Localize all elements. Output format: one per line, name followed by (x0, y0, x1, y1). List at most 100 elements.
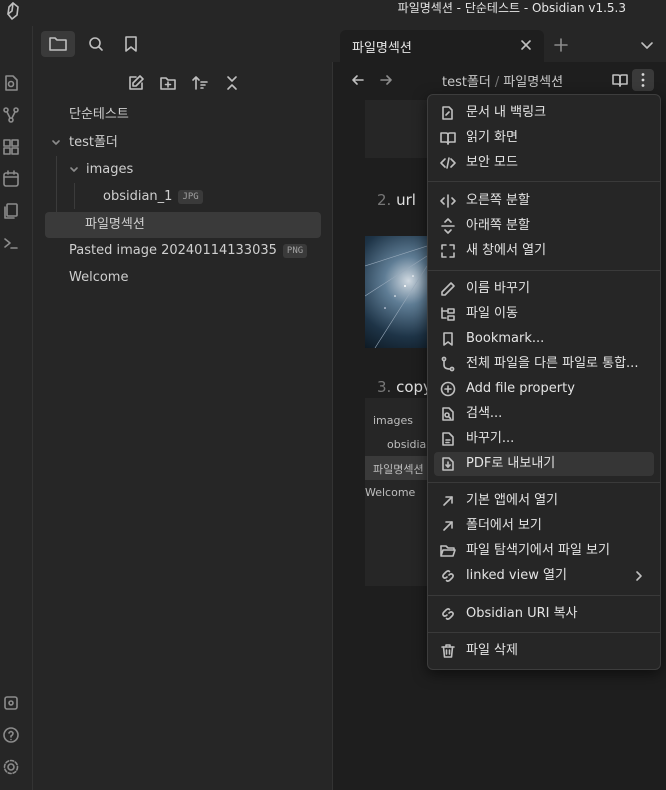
file-search-icon (440, 406, 456, 422)
vault-icon[interactable] (2, 694, 20, 712)
graph-icon[interactable] (2, 106, 20, 124)
templates-icon[interactable] (2, 202, 20, 220)
maximize-icon (440, 243, 456, 259)
breadcrumb-separator: / (494, 75, 500, 90)
tree-item-label: Pasted image 20240114133035 (69, 243, 277, 258)
tab-active-note[interactable]: 파일명섹션 (340, 30, 544, 62)
heading-text: url (396, 191, 416, 209)
menu-item-delete-file[interactable]: 파일 삭제 (434, 639, 654, 663)
menu-item-source-mode[interactable]: 보안 모드 (434, 151, 654, 175)
menu-item-split-right[interactable]: 오른쪽 분할 (434, 189, 654, 213)
menu-item-reading-view[interactable]: 읽기 화면 (434, 126, 654, 150)
breadcrumb: test폴더 / 파일명섹션 (442, 71, 563, 90)
menu-item-replace[interactable]: 바꾸기... (434, 427, 654, 451)
switcher-icon[interactable] (2, 74, 20, 92)
split-horizontal-icon (440, 218, 456, 234)
tree-indent-guide (74, 183, 75, 209)
menu-separator (428, 270, 660, 271)
chevron-right-icon (632, 568, 646, 584)
arrow-up-right-icon (440, 518, 456, 534)
split-vertical-icon (440, 193, 456, 209)
close-icon[interactable] (518, 37, 534, 53)
file-context-menu: 문서 내 백링크 읽기 화면 보안 모드 오른쪽 분할 아래쪽 분할 새 창에서… (427, 94, 661, 670)
menu-separator (428, 632, 660, 633)
menu-item-move-file[interactable]: 파일 이동 (434, 302, 654, 326)
file-explorer: 단순테스트 test폴더 images obsidian_1 JPG 파일명섹션 … (33, 62, 333, 790)
pencil-icon (440, 281, 456, 297)
embedded-tree-item: images (373, 414, 413, 427)
code-icon (440, 155, 456, 171)
menu-item-merge-file[interactable]: 전체 파일을 다른 파일로 통합... (434, 352, 654, 376)
heading-copy: 3. copy (377, 378, 432, 396)
breadcrumb-folder[interactable]: test폴더 (442, 75, 491, 90)
obsidian-logo-icon (4, 2, 22, 20)
menu-item-copy-uri[interactable]: Obsidian URI 복사 (434, 602, 654, 626)
left-ribbon (0, 26, 33, 790)
title-bar: 파일명섹션 - 단순테스트 - Obsidian v1.5.3 (0, 0, 666, 26)
embedded-tree-item: Welcome (365, 486, 416, 499)
daily-note-icon[interactable] (2, 170, 20, 188)
new-folder-icon[interactable] (159, 74, 177, 92)
more-options-icon[interactable] (632, 69, 654, 91)
tab-label: 파일명섹션 (352, 41, 412, 56)
heading-url: 2. url (377, 191, 416, 209)
tree-file-obsidian-1[interactable]: obsidian_1 JPG (103, 184, 203, 210)
menu-separator (428, 595, 660, 596)
heading-number: 2. (377, 191, 392, 209)
terminal-icon[interactable] (2, 234, 20, 252)
reading-view-icon[interactable] (612, 72, 628, 88)
tree-file-active-note[interactable]: 파일명섹션 (45, 212, 321, 238)
menu-item-bookmark[interactable]: Bookmark... (434, 327, 654, 351)
menu-item-open-default-app[interactable]: 기본 앱에서 열기 (434, 489, 654, 513)
window-title: 파일명섹션 - 단순테스트 - Obsidian v1.5.3 (397, 1, 626, 15)
bookmarks-icon[interactable] (121, 34, 141, 54)
tree-item-label: obsidian_1 (103, 189, 173, 204)
new-tab-plus-icon[interactable] (552, 36, 570, 54)
link-icon (440, 606, 456, 622)
menu-item-search[interactable]: 검색... (434, 402, 654, 426)
link-icon (440, 105, 456, 121)
sort-icon[interactable] (191, 74, 209, 92)
file-explorer-tab-icon[interactable] (41, 31, 75, 57)
embedded-content-block (365, 100, 427, 158)
tree-folder-test[interactable]: test폴더 (69, 130, 118, 156)
tree-file-pasted-image[interactable]: Pasted image 20240114133035 PNG (69, 238, 308, 264)
menu-separator (428, 181, 660, 182)
folder-open-icon (440, 543, 456, 559)
chevron-down-icon[interactable] (51, 138, 61, 148)
trash-icon (440, 643, 456, 659)
menu-item-show-in-folder[interactable]: 폴더에서 보기 (434, 514, 654, 538)
menu-item-backlinks[interactable]: 문서 내 백링크 (434, 101, 654, 125)
new-note-icon[interactable] (127, 74, 145, 92)
menu-item-open-new-window[interactable]: 새 창에서 열기 (434, 239, 654, 263)
chevron-down-icon[interactable] (69, 165, 79, 175)
breadcrumb-file[interactable]: 파일명섹션 (503, 75, 563, 90)
arrow-up-right-icon (440, 493, 456, 509)
canvas-icon[interactable] (2, 138, 20, 156)
settings-icon[interactable] (2, 758, 20, 776)
link-2-icon (440, 568, 456, 584)
merge-icon (440, 356, 456, 372)
menu-item-reveal-in-explorer[interactable]: 파일 탐색기에서 파일 보기 (434, 539, 654, 563)
menu-item-split-down[interactable]: 아래쪽 분할 (434, 214, 654, 238)
file-type-badge: PNG (282, 244, 308, 258)
menu-separator (428, 482, 660, 483)
collapse-all-icon[interactable] (223, 74, 241, 92)
plus-circle-icon (440, 381, 456, 397)
folder-tree-icon (440, 306, 456, 322)
file-type-badge: JPG (178, 190, 203, 204)
menu-item-linked-view[interactable]: linked view 열기 (434, 564, 654, 588)
menu-item-rename[interactable]: 이름 바꾸기 (434, 277, 654, 301)
menu-item-export-pdf[interactable]: PDF로 내보내기 (434, 452, 654, 476)
vault-root-label[interactable]: 단순테스트 (69, 102, 129, 128)
search-icon[interactable] (86, 34, 106, 54)
arrow-right-icon[interactable] (378, 72, 394, 88)
menu-item-add-property[interactable]: Add file property (434, 377, 654, 401)
tree-folder-images[interactable]: images (86, 157, 133, 183)
arrow-left-icon[interactable] (350, 72, 366, 88)
chevron-down-icon[interactable] (638, 36, 656, 54)
embedded-screenshot: images obsidian 파일명섹션 Welcome (365, 398, 433, 586)
bookmark-icon (440, 331, 456, 347)
help-icon[interactable] (2, 726, 20, 744)
tree-file-welcome[interactable]: Welcome (69, 265, 128, 291)
